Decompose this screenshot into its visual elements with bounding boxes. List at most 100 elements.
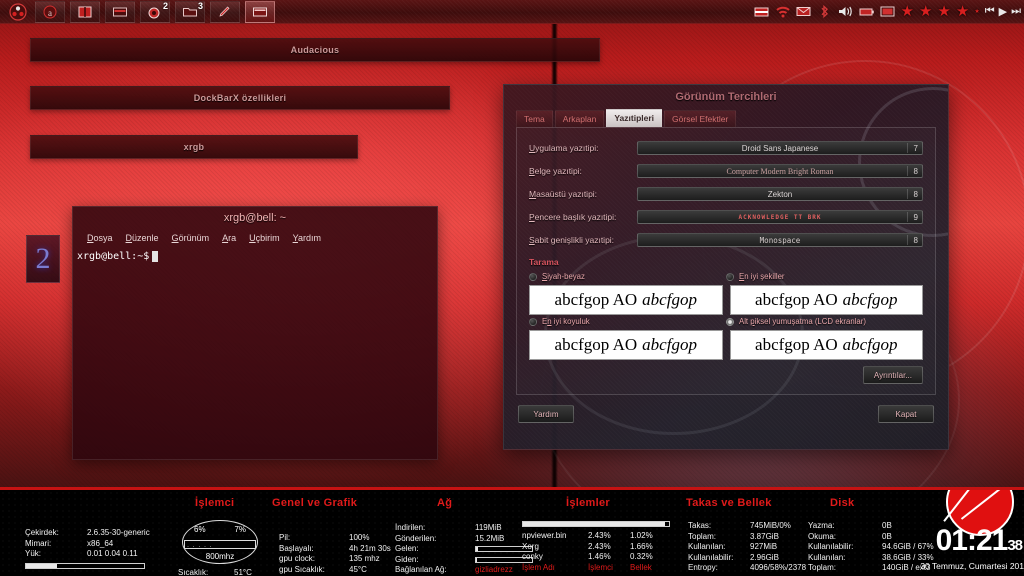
conky-key: Okuma: [808, 531, 837, 541]
conky-row-load: Yük: 0.01 0.04 0.11 [25, 549, 170, 560]
font-label-window-title: Pencere başlık yazıtipi: [529, 212, 617, 222]
task-editor[interactable] [210, 0, 240, 23]
terminal-window[interactable]: xrgb@bell: ~ Dosya Düzenle Görünüm Ara U… [72, 206, 438, 460]
radio-option-subpixel[interactable]: Alt piksel yumuşatma (LCD ekranlar) [726, 317, 923, 326]
radio-icon-selected[interactable] [726, 317, 734, 326]
battery-icon[interactable] [859, 5, 875, 19]
rating-star-5[interactable]: ★ [974, 9, 979, 15]
close-button[interactable]: Kapat [878, 405, 934, 423]
tab-tema[interactable]: Tema [516, 110, 553, 127]
rating-star-1[interactable]: ★ [901, 4, 914, 19]
conky-proc-row-1: npviewer.bin 2.43% 1.02% [522, 531, 672, 542]
tab-arkaplan[interactable]: Arkaplan [554, 110, 605, 127]
preview-italic: abcfgop [842, 335, 898, 354]
font-button-window-title[interactable]: ACKNOWLEDGE TT BRK 9 [637, 210, 923, 224]
window-titlebar-xrgb[interactable]: xrgb [30, 135, 358, 159]
menu-item-gorunum[interactable]: Görünüm [172, 233, 210, 243]
conky-row-uptime: Başlayalı: 4h 21m 30s [279, 544, 409, 555]
font-sep [907, 189, 908, 199]
appearance-preferences-dialog[interactable]: Görünüm Tercihleri Tema Arkaplan Yazıtip… [503, 84, 949, 450]
conky-value: 2.96GiB [750, 552, 779, 562]
help-button[interactable]: Yardım [518, 405, 574, 423]
conky-value: 2.6.35-30-generic [87, 528, 150, 537]
conky-proc-row-2: Xorg 2.43% 1.66% [522, 542, 672, 553]
font-value-window-title: ACKNOWLEDGE TT BRK [738, 213, 822, 221]
rating-star-3[interactable]: ★ [937, 4, 950, 19]
window-title: DockBarX özellikleri [193, 93, 287, 103]
conky-value: 0.01 0.04 0.11 [87, 549, 138, 558]
workspace-indicator-icon[interactable]: 2 [26, 235, 60, 283]
task-audacious[interactable]: a [35, 0, 65, 23]
bluetooth-icon[interactable] [817, 5, 833, 19]
task-terminal[interactable] [245, 0, 275, 23]
preview-row-2: abcfgop AO abcfgop abcfgop AO abcfgop [529, 330, 923, 360]
menu-item-duzenle[interactable]: Düzenle [126, 233, 159, 243]
rating-star-4[interactable]: ★ [956, 4, 969, 19]
tab-yazitipleri[interactable]: Yazıtipleri [606, 109, 663, 127]
conky-value: 135 mhz [349, 554, 380, 563]
media-next-icon[interactable]: ⏭ [1011, 5, 1021, 18]
font-row-monospace: Sabit genişlikli yazıtipi: Monospace 8 [529, 230, 923, 250]
menu-item-dosya[interactable]: Dosya [87, 233, 113, 243]
menu-item-ucbirim[interactable]: Uçbirim [249, 233, 280, 243]
ubuntu-logo-icon[interactable] [6, 1, 30, 23]
task-browser[interactable]: 2 [140, 0, 170, 23]
conky-value: 100% [349, 533, 370, 542]
conky-value: 45°C [349, 564, 367, 574]
proc-mem: 1.66% [630, 541, 653, 551]
radio-option-best-contrast[interactable]: En iyi koyuluk [529, 317, 726, 326]
conky-value: gizliadrezz [475, 565, 513, 574]
task-dockbarx[interactable] [70, 0, 100, 23]
rating-star-2[interactable]: ★ [919, 4, 932, 19]
conky-key: gpu clock: [279, 554, 316, 563]
conky-key: Çekirdek: [25, 528, 59, 537]
radio-icon[interactable] [529, 272, 537, 281]
task-folder[interactable]: 3 [175, 0, 205, 23]
font-label-desktop: Masaüstü yazıtipi: [529, 189, 598, 199]
conky-proc-bar [522, 521, 670, 527]
fonts-panel: Uygulama yazıtipi: Droid Sans Japanese 7… [516, 127, 936, 395]
radio-icon[interactable] [726, 272, 734, 281]
terminal-menubar: Dosya Düzenle Görünüm Ara Uçbirim Yardım [73, 229, 437, 247]
media-prev-icon[interactable]: ⏮ [985, 5, 995, 18]
conky-key: Gelen: [395, 544, 419, 553]
conky-mem-row-2: Toplam: 3.87GiB [688, 532, 828, 543]
preview-row-1: abcfgop AO abcfgop abcfgop AO abcfgop [529, 285, 923, 315]
radio-icon[interactable] [529, 317, 537, 326]
display-icon[interactable] [880, 5, 896, 19]
conky-key: Kullanılabilir: [808, 542, 854, 551]
font-size-monospace: 8 [913, 235, 918, 245]
conky-heading-general: Genel ve Grafik [272, 497, 358, 509]
window-titlebar-audacious[interactable]: Audacious [30, 38, 600, 62]
help-button-label: Yardım [533, 409, 559, 419]
window-titlebar-dockbarx[interactable]: DockBarX özellikleri [30, 86, 450, 110]
font-button-desktop[interactable]: Zekton 8 [637, 187, 923, 201]
proc-name: Xorg [522, 541, 539, 551]
conky-system-block: Çekirdek: 2.6.35-30-generic Mimari: x86_… [25, 528, 170, 569]
media-play-icon[interactable]: ▶ [999, 5, 1008, 18]
conky-heading-memory: Takas ve Bellek [686, 497, 772, 509]
conky-key: Yazma: [808, 521, 835, 530]
task-files[interactable] [105, 0, 135, 23]
font-button-document[interactable]: Computer Modern Bright Roman 8 [637, 164, 923, 178]
details-button-label: Ayrıntılar... [873, 370, 912, 380]
volume-icon[interactable] [838, 5, 854, 19]
terminal-titlebar[interactable]: xrgb@bell: ~ [73, 207, 437, 229]
menu-item-ara[interactable]: Ara [222, 233, 236, 243]
font-button-monospace[interactable]: Monospace 8 [637, 233, 923, 247]
font-button-application[interactable]: Droid Sans Japanese 7 [637, 141, 923, 155]
terminal-title: xrgb@bell: ~ [223, 212, 287, 224]
network-icon[interactable] [754, 5, 770, 19]
details-button[interactable]: Ayrıntılar... [862, 366, 923, 384]
mail-icon[interactable] [796, 5, 812, 19]
conky-row-gpuclock: gpu clock: 135 mhz [279, 554, 409, 565]
wifi-icon[interactable] [775, 5, 791, 19]
menu-item-yardim[interactable]: Yardım [293, 233, 321, 243]
terminal-body[interactable]: xrgb@bell:~$ [73, 247, 437, 262]
tab-gorsel-efektler[interactable]: Görsel Efektler [664, 110, 737, 127]
conky-proc-headers: İşlem Adı İşlemci Bellek [522, 563, 672, 574]
radio-label-subpixel: Alt piksel yumuşatma (LCD ekranlar) [739, 317, 866, 326]
radio-option-best-shapes[interactable]: En iyi şekiller [726, 272, 923, 281]
radio-option-monochrome[interactable]: Siyah-beyaz [529, 272, 726, 281]
conky-key: Kullanılabilir: [688, 552, 734, 562]
